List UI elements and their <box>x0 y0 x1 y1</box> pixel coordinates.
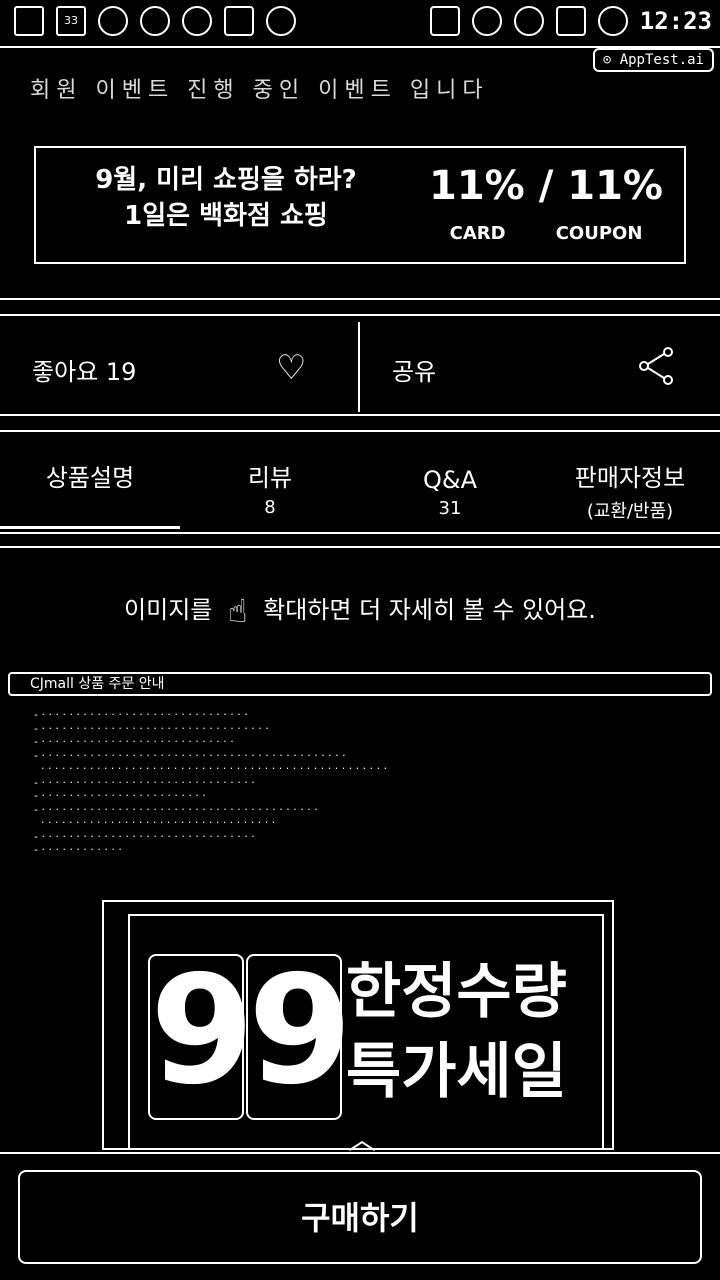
tab-label: Q&A <box>422 466 478 494</box>
promo-line2: 1일은 백화점 쇼핑 <box>124 201 328 231</box>
glasses-icon <box>14 6 44 36</box>
status-bar: 33 12:23 <box>0 0 720 48</box>
tab-review[interactable]: 리뷰 8 <box>180 458 360 518</box>
cjmall-notice-bar: CJmall 상품 주문 안내 <box>8 672 712 696</box>
notice-line: - · · · · · · · · · · · · · · · · · · · … <box>34 748 346 762</box>
action-divider <box>358 322 360 412</box>
deal-digit: 9 <box>148 944 255 1120</box>
tab-label: 판매자정보 <box>574 464 686 492</box>
deal-image: 9 9 한정수량 특가세일 <box>128 914 604 1150</box>
like-button[interactable]: 좋아요 19 <box>32 352 136 387</box>
promo-left: 9월, 미리 쇼핑을 하라? 1일은 백화점 쇼핑 <box>76 162 376 234</box>
notice-line: - · · · · · · · · · · · · · · · · · · · … <box>34 829 255 843</box>
share-icon[interactable] <box>636 346 676 386</box>
buy-button[interactable]: 구매하기 <box>18 1170 702 1264</box>
promo-right: 11% / 11% CARD COUPON <box>416 162 676 258</box>
like-label: 좋아요 <box>32 358 99 386</box>
tab-active-indicator <box>0 526 180 529</box>
promo-separator: / <box>538 163 554 209</box>
card-label: CARD <box>449 223 506 244</box>
zoom-hint-after: 확대하면 더 자세히 볼 수 있어요. <box>263 596 596 624</box>
clock-icon <box>182 6 212 36</box>
deal-word-sale: 특가세일 <box>346 1037 567 1107</box>
notice-line: · · · · · · · · · · · · · · · · · · · · … <box>34 816 276 829</box>
signal-icon <box>555 6 586 36</box>
coupon-value: 11% <box>567 163 663 209</box>
like-count: 19 <box>105 358 137 386</box>
divider <box>0 1152 720 1154</box>
notice-line: - · · · · · · · · · · · · · · · · · · · … <box>34 775 255 789</box>
divider <box>0 298 720 300</box>
heart-icon[interactable]: ♡ <box>276 348 306 388</box>
coupon-label: COUPON <box>555 223 643 244</box>
tab-count: 8 <box>264 497 276 518</box>
status-icons-left: 33 <box>14 6 296 36</box>
camera-icon: ⊙ <box>602 52 620 68</box>
pinch-hand-icon: ☝ <box>228 592 248 630</box>
tab-description[interactable]: 상품설명 <box>0 458 180 493</box>
notice-line: - · · · · · · · · · · · · · · · · · · · … <box>34 708 248 721</box>
deal-word-limited: 한정수량 <box>346 957 567 1027</box>
tab-seller-info[interactable]: 판매자정보 (교환/반품) <box>540 458 720 523</box>
wifi-icon <box>513 6 544 36</box>
tab-label: 리뷰 <box>247 464 293 492</box>
divider <box>0 532 720 534</box>
apptest-badge: ⊙ AppTest.ai <box>592 48 714 72</box>
location-icon <box>597 6 628 36</box>
notice-line: - · · · · · · · · · · · · · · · · · · · … <box>34 789 206 802</box>
share-label[interactable]: 공유 <box>392 352 436 387</box>
status-icons-right: 12:23 <box>429 6 712 36</box>
tab-sub: (교환/반품) <box>586 501 674 522</box>
divider <box>0 414 720 416</box>
divider <box>0 314 720 316</box>
promo-banner[interactable]: 9월, 미리 쇼핑을 하라? 1일은 백화점 쇼핑 11% / 11% CARD… <box>34 146 686 264</box>
card-value: 11% <box>429 163 525 209</box>
notice-line: - · · · · · · · · · · · · <box>34 843 122 856</box>
notice-line: · · · · · · · · · · · · · · · · · · · · … <box>34 762 388 775</box>
cast-icon <box>429 6 460 36</box>
zoom-hint-before: 이미지를 <box>124 596 213 624</box>
divider <box>0 546 720 548</box>
person-icon <box>98 6 128 36</box>
zoom-hint: 이미지를 ☝ 확대하면 더 자세히 볼 수 있어요. <box>0 590 720 630</box>
calendar-icon: 33 <box>56 6 86 36</box>
circle-icon <box>266 6 296 36</box>
notice-line: - · · · · · · · · · · · · · · · · · · · … <box>34 802 318 816</box>
play-icon <box>224 6 254 36</box>
minus-icon <box>471 6 502 36</box>
refresh-icon <box>140 6 170 36</box>
tab-label: 상품설명 <box>45 464 135 492</box>
top-cut-text: 회원 이벤트 진행 중인 이벤트 입니다 <box>30 78 489 103</box>
status-time: 12:23 <box>639 7 712 35</box>
notice-list: - · · · · · · · · · · · · · · · · · · · … <box>34 708 694 857</box>
apptest-label: AppTest.ai <box>619 52 704 68</box>
tab-count: 31 <box>438 498 462 519</box>
divider <box>0 430 720 432</box>
promo-line1: 9월, 미리 쇼핑을 하라? <box>95 165 357 195</box>
notice-line: - · · · · · · · · · · · · · · · · · · · … <box>34 721 269 735</box>
tab-qna[interactable]: Q&A 31 <box>360 466 540 519</box>
notice-line: - · · · · · · · · · · · · · · · · · · · … <box>34 735 234 748</box>
deal-digit: 9 <box>246 944 353 1120</box>
